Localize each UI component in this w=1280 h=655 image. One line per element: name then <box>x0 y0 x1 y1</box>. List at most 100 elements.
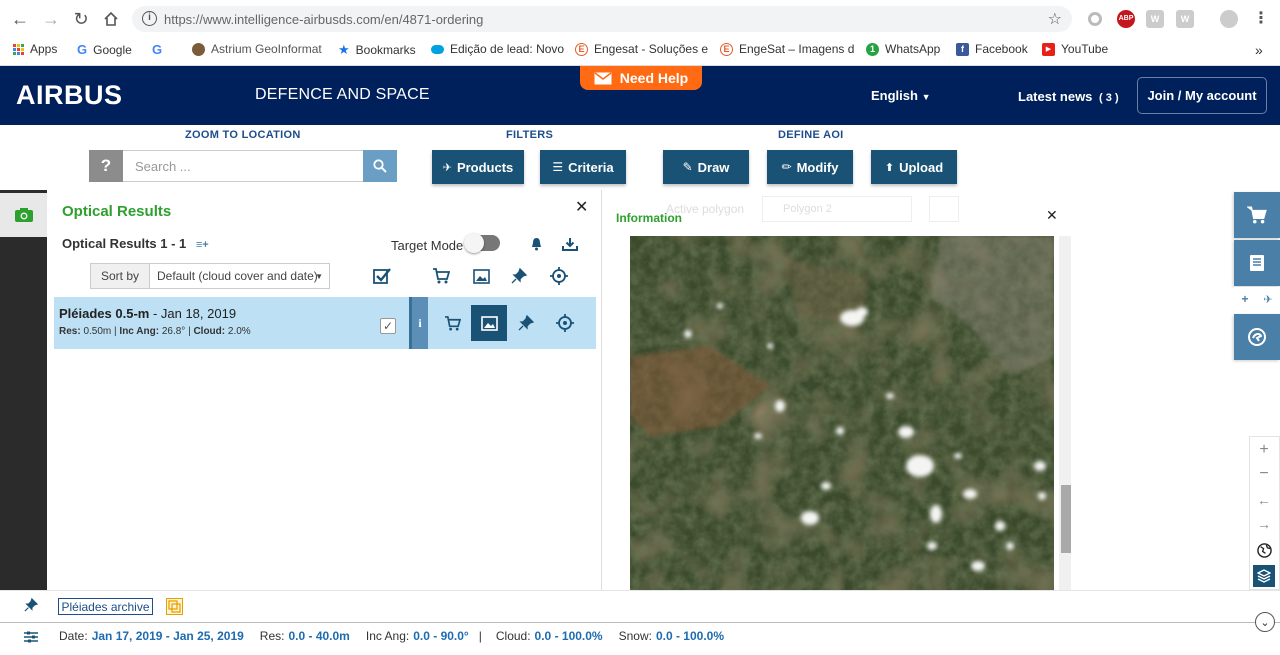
extension-w2-icon[interactable]: W <box>1176 10 1194 28</box>
optical-tab[interactable] <box>0 193 47 237</box>
cart-icon[interactable] <box>431 267 451 285</box>
forward-arrow-icon[interactable]: → <box>40 8 62 30</box>
row-preview-image-button[interactable] <box>471 305 507 341</box>
copy-layers-icon[interactable] <box>166 598 183 615</box>
criteria-button[interactable]: ☰ Criteria <box>540 150 626 184</box>
search-button[interactable] <box>363 150 397 182</box>
bookmark-star-icon[interactable]: ☆ <box>1048 9 1062 29</box>
caret-down-icon: ▼ <box>315 271 323 281</box>
bookmark-edicao[interactable]: Edição de lead: Novo <box>431 42 564 56</box>
zoom-out-icon[interactable]: − <box>1253 464 1275 484</box>
chevron-down-icon[interactable]: ⌄ <box>1255 612 1275 632</box>
close-preview-icon[interactable]: ✕ <box>1046 207 1058 224</box>
back-arrow-icon[interactable]: ← <box>9 8 31 30</box>
google-icon: G <box>77 42 88 57</box>
meta-cloud-value: 2.0% <box>225 326 251 337</box>
url-path: /en/4871-ordering <box>380 12 484 27</box>
results-count: Optical Results 1 - 1 ≡+ <box>62 236 209 251</box>
caret-down-icon: ▼ <box>921 92 931 102</box>
pleiades-archive-tag[interactable]: Pléiades archive <box>58 598 153 615</box>
modify-label: Modify <box>796 159 839 175</box>
next-view-icon[interactable]: → <box>1253 514 1275 534</box>
site-info-icon[interactable]: i <box>142 11 157 26</box>
bookmark-engesat-imagens[interactable]: E EngeSat – Imagens d <box>720 42 854 56</box>
layers-icon[interactable] <box>1253 565 1275 587</box>
latest-news-link[interactable]: Latest news ( 3 ) <box>1018 89 1119 104</box>
download-icon[interactable] <box>561 236 579 252</box>
cloud-value: 0.0 - 100.0% <box>534 629 603 643</box>
cloud-icon <box>431 44 444 54</box>
zoom-in-icon[interactable]: + <box>1253 440 1275 460</box>
crosshair-icon[interactable] <box>549 266 569 286</box>
upload-button[interactable]: ⬆ Upload <box>871 150 957 184</box>
row-pin-icon[interactable] <box>517 314 535 332</box>
need-help-button[interactable]: Need Help <box>580 66 702 90</box>
bookmark-facebook[interactable]: f Facebook <box>956 42 1028 56</box>
date-value: Jan 17, 2019 - Jan 25, 2019 <box>91 629 244 643</box>
pin-small-icon[interactable]: ✈ <box>1263 293 1272 306</box>
engesat-icon: E <box>720 42 733 56</box>
pin-bottom-icon[interactable] <box>22 596 40 614</box>
location-search-input[interactable] <box>123 150 363 182</box>
preview-scroll-thumb[interactable] <box>1061 485 1071 553</box>
orders-tab[interactable] <box>1234 240 1280 286</box>
result-info-button[interactable]: i <box>409 297 428 349</box>
bookmark-whatsapp[interactable]: 1 WhatsApp <box>866 42 940 56</box>
bookmark-bookmarks[interactable]: ★ Bookmarks <box>338 42 416 58</box>
polygon-select[interactable]: Polygon 2 <box>762 196 912 222</box>
bookmark-google[interactable]: G Google <box>77 42 132 57</box>
reload-icon[interactable]: ↻ <box>70 8 92 30</box>
row-crosshair-icon[interactable] <box>555 313 575 333</box>
close-results-icon[interactable]: ✕ <box>575 197 588 217</box>
bookmarks-more[interactable]: » <box>1255 42 1263 58</box>
join-account-button[interactable]: Join / My account <box>1137 77 1267 114</box>
target-mode-toggle[interactable] <box>464 233 500 253</box>
extension-w-icon[interactable]: W <box>1146 10 1164 28</box>
browser-chrome: ← → ↻ i https://www.intelligence-airbusd… <box>0 0 1280 66</box>
bookmark-engesat[interactable]: E Engesat - Soluções e <box>575 42 708 56</box>
pin-icon[interactable] <box>510 267 528 285</box>
image-icon[interactable] <box>471 267 491 285</box>
search-help-button[interactable]: ? <box>89 150 123 182</box>
language-selector[interactable]: English ▼ <box>871 88 931 103</box>
select-all-check-icon[interactable] <box>372 266 392 286</box>
draw-button[interactable]: ✎ Draw <box>663 150 749 184</box>
facebook-icon: f <box>956 42 969 56</box>
meta-res-label: Res: <box>59 326 81 337</box>
row-cart-icon[interactable] <box>442 314 462 332</box>
address-bar[interactable]: i https://www.intelligence-airbusds.com/… <box>132 6 1072 32</box>
browser-menu-icon[interactable]: ⋮ <box>1252 10 1270 28</box>
polygon-action-button[interactable] <box>929 196 959 222</box>
filter-sliders-icon[interactable] <box>22 628 40 646</box>
modify-button[interactable]: ✏ Modify <box>767 150 853 184</box>
home-icon[interactable] <box>100 8 122 30</box>
bookmark-label: Edição de lead: Novo <box>450 42 565 56</box>
tasking-tab[interactable] <box>1234 314 1280 360</box>
result-product: Pléiades 0.5-m <box>59 306 150 321</box>
results-title: Optical Results <box>62 203 172 220</box>
result-checkbox[interactable]: ✓ <box>380 318 396 334</box>
envelope-icon <box>594 71 612 84</box>
previous-view-icon[interactable]: ← <box>1253 490 1275 510</box>
sort-value: Default (cloud cover and date) <box>157 269 318 283</box>
bookmark-apps[interactable]: Apps <box>13 42 57 56</box>
products-button[interactable]: ✈ Products <box>432 150 524 184</box>
bookmark-label: Engesat - Soluções e <box>594 42 709 56</box>
add-pin-bar[interactable]: + ✈ <box>1234 287 1280 311</box>
cart-tab[interactable] <box>1234 192 1280 238</box>
profile-avatar-icon[interactable] <box>1220 10 1238 28</box>
plus-icon[interactable]: + <box>1241 292 1248 306</box>
bell-icon[interactable] <box>528 236 544 252</box>
bookmark-google-2[interactable]: G <box>152 42 162 57</box>
bookmark-astrium[interactable]: Astrium GeoInformat <box>192 42 322 56</box>
extension-circle-icon[interactable] <box>1088 12 1102 26</box>
bookmark-youtube[interactable]: ▶ YouTube <box>1042 42 1108 56</box>
list-add-icon[interactable]: ≡+ <box>196 239 209 251</box>
result-row[interactable] <box>54 297 596 349</box>
camera-icon <box>14 208 33 222</box>
adblock-extension-icon[interactable]: ABP <box>1117 10 1135 28</box>
globe-icon[interactable] <box>1253 540 1275 560</box>
bookmarks-bar: Apps G Google G Astrium GeoInformat ★ Bo… <box>0 38 1280 62</box>
sort-select[interactable]: Default (cloud cover and date) ▼ <box>150 263 330 289</box>
airbus-logo[interactable]: AIRBUS <box>16 80 123 111</box>
